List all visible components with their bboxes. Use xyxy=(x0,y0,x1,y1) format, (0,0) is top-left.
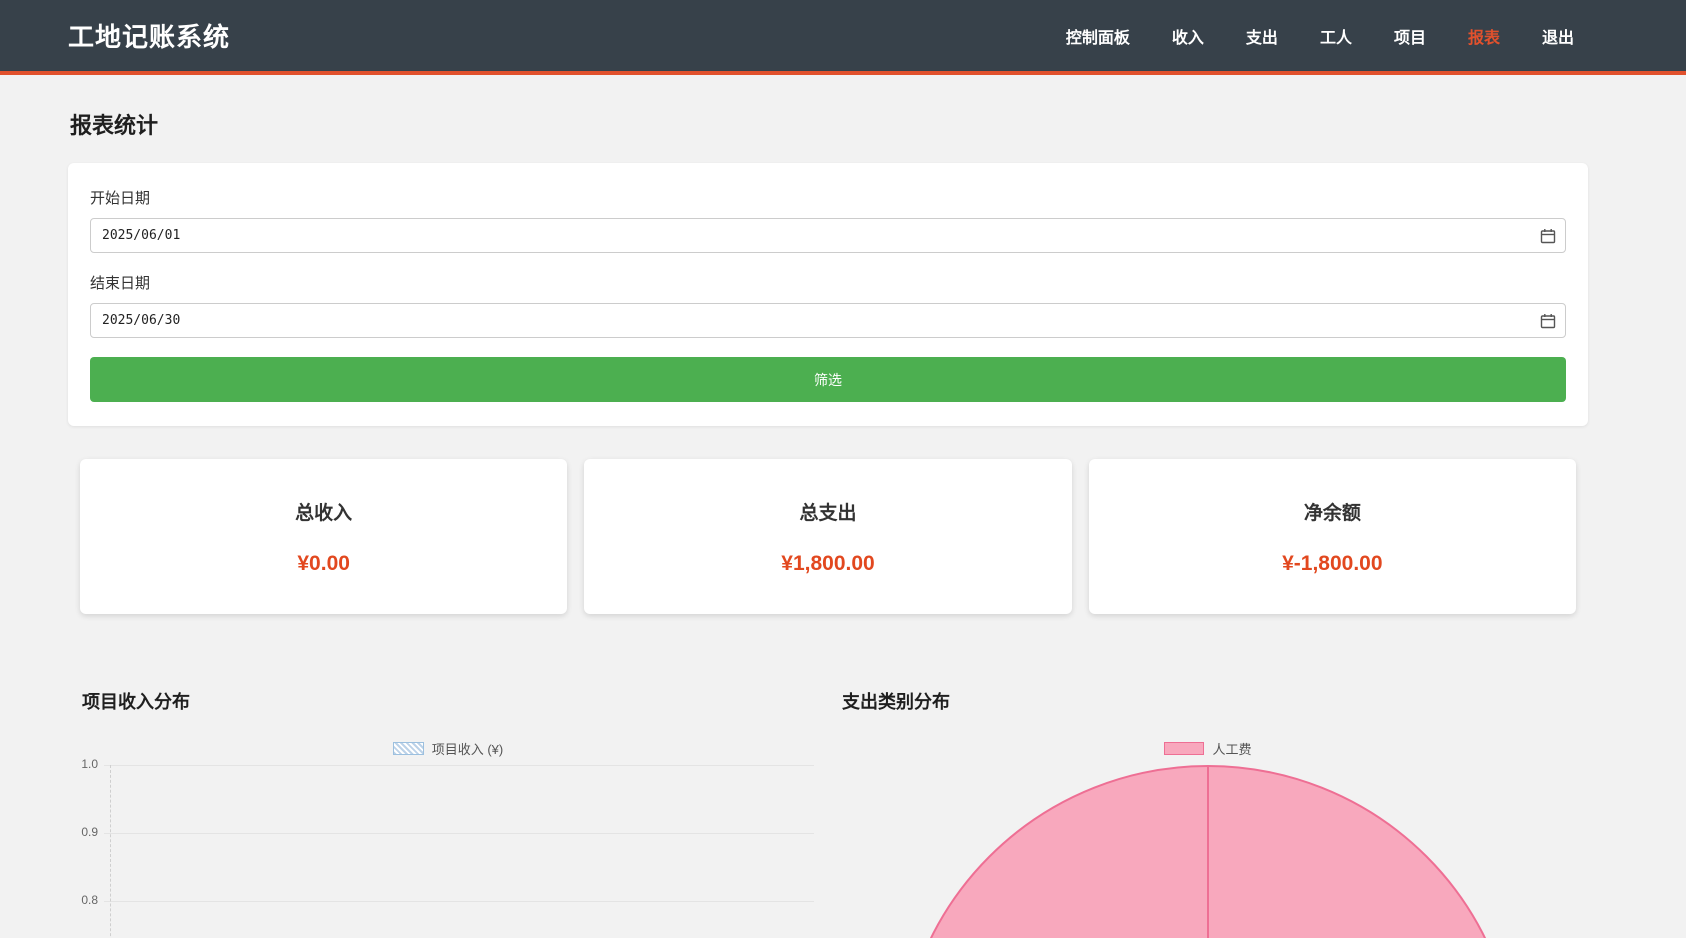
nav-item-dashboard[interactable]: 控制面板 xyxy=(1066,24,1130,48)
end-date-label: 结束日期 xyxy=(90,272,1566,293)
summary-cards-row: 总收入 ¥0.00 总支出 ¥1,800.00 净余额 ¥-1,800.00 xyxy=(68,459,1588,614)
net-balance-card: 净余额 ¥-1,800.00 xyxy=(1089,459,1576,614)
nav-item-workers[interactable]: 工人 xyxy=(1320,24,1352,48)
nav-item-projects[interactable]: 项目 xyxy=(1394,24,1426,48)
charts-row: 项目收入分布 项目收入 (¥) 1.0 0.9 0.8 支出类别分布 人工费 xyxy=(68,664,1588,938)
y-tick-0.8: 0.8 xyxy=(68,893,98,907)
gridline xyxy=(104,833,814,834)
income-legend-swatch[interactable] xyxy=(393,742,424,755)
nav-links: 控制面板 收入 支出 工人 项目 报表 退出 xyxy=(1066,24,1574,48)
start-date-label: 开始日期 xyxy=(90,187,1566,208)
expense-chart-legend: 人工费 xyxy=(828,741,1588,755)
total-expense-card: 总支出 ¥1,800.00 xyxy=(584,459,1071,614)
start-date-input[interactable] xyxy=(90,218,1566,253)
nav-item-income[interactable]: 收入 xyxy=(1172,24,1204,48)
main-content: 报表统计 开始日期 结束日期 筛选 总收入 xyxy=(68,108,1588,938)
pie-slice-border xyxy=(1207,767,1209,938)
total-income-card: 总收入 ¥0.00 xyxy=(80,459,567,614)
expense-pie-chart-section: 支出类别分布 人工费 xyxy=(828,664,1588,938)
app-brand[interactable]: 工地记账系统 xyxy=(68,17,230,54)
total-income-title: 总收入 xyxy=(80,498,567,525)
nav-item-expense[interactable]: 支出 xyxy=(1246,24,1278,48)
top-navbar: 工地记账系统 控制面板 收入 支出 工人 项目 报表 退出 xyxy=(0,0,1686,75)
income-bar-chart-section: 项目收入分布 项目收入 (¥) 1.0 0.9 0.8 xyxy=(68,664,828,938)
expense-pie-plot xyxy=(828,765,1588,938)
y-tick-1.0: 1.0 xyxy=(68,757,98,771)
gridline xyxy=(104,765,814,766)
y-axis-line xyxy=(110,765,111,938)
total-income-value: ¥0.00 xyxy=(80,552,567,576)
nav-item-reports[interactable]: 报表 xyxy=(1468,24,1500,48)
start-date-wrap xyxy=(90,218,1566,253)
calendar-icon[interactable] xyxy=(1540,228,1556,244)
income-chart-title: 项目收入分布 xyxy=(82,688,828,714)
filter-submit-button[interactable]: 筛选 xyxy=(90,357,1566,402)
net-balance-title: 净余额 xyxy=(1089,498,1576,525)
expense-legend-label[interactable]: 人工费 xyxy=(1212,739,1251,758)
nav-item-logout[interactable]: 退出 xyxy=(1542,24,1574,48)
end-date-input[interactable] xyxy=(90,303,1566,338)
date-filter-card: 开始日期 结束日期 筛选 xyxy=(68,163,1588,426)
income-bar-plot: 1.0 0.9 0.8 xyxy=(68,755,828,938)
gridline xyxy=(104,901,814,902)
net-balance-value: ¥-1,800.00 xyxy=(1089,552,1576,576)
calendar-icon[interactable] xyxy=(1540,313,1556,329)
income-chart-legend: 项目收入 (¥) xyxy=(68,741,828,755)
y-tick-0.9: 0.9 xyxy=(68,825,98,839)
pie-slice-labor-cost[interactable] xyxy=(898,765,1518,938)
end-date-wrap xyxy=(90,303,1566,338)
page-title: 报表统计 xyxy=(70,108,1588,140)
expense-chart-title: 支出类别分布 xyxy=(842,688,1588,714)
total-expense-value: ¥1,800.00 xyxy=(584,552,1071,576)
total-expense-title: 总支出 xyxy=(584,498,1071,525)
expense-legend-swatch[interactable] xyxy=(1164,742,1204,755)
